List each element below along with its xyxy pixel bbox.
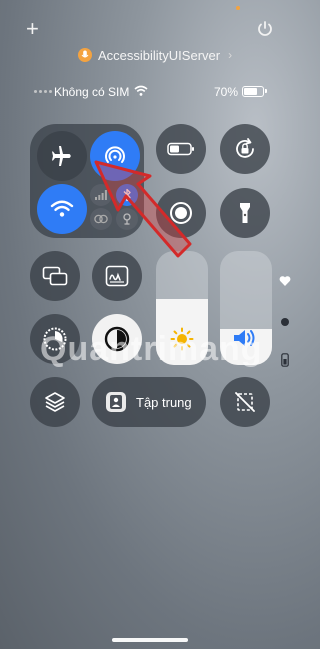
focus-person-icon bbox=[106, 392, 126, 412]
carrier-label: Không có SIM bbox=[54, 85, 130, 99]
status-bar: Không có SIM 70% bbox=[34, 84, 274, 102]
flashlight-icon bbox=[238, 201, 252, 225]
signal-dots-icon bbox=[34, 90, 52, 93]
wifi-icon bbox=[50, 199, 74, 219]
battery-icon bbox=[167, 142, 195, 156]
watermark-text: Quantrimang bbox=[40, 330, 263, 368]
wifi-toggle[interactable] bbox=[37, 184, 87, 234]
focus-button[interactable]: Tập trung bbox=[92, 377, 206, 427]
microphone-icon bbox=[78, 48, 92, 62]
privacy-indicator-dot bbox=[236, 6, 240, 10]
battery-percent-label: 70% bbox=[214, 85, 239, 99]
power-icon[interactable] bbox=[256, 20, 274, 38]
flashlight-button[interactable] bbox=[220, 188, 270, 238]
battery-nub bbox=[265, 89, 267, 93]
page-dot-indicator[interactable] bbox=[281, 318, 289, 326]
wifi-status-icon bbox=[134, 85, 148, 97]
airplane-icon bbox=[50, 144, 74, 168]
shortcuts-button[interactable] bbox=[30, 377, 80, 427]
signature-icon bbox=[105, 265, 129, 287]
focus-label: Tập trung bbox=[136, 394, 192, 410]
annotation-arrow-icon bbox=[86, 158, 196, 268]
screen-mirroring-icon bbox=[42, 266, 68, 286]
layers-icon bbox=[43, 390, 67, 414]
airplane-mode-toggle[interactable] bbox=[37, 131, 87, 181]
rotation-lock-toggle[interactable] bbox=[220, 124, 270, 174]
heart-icon[interactable] bbox=[279, 275, 291, 287]
rotation-lock-icon bbox=[232, 136, 258, 162]
server-name-label: AccessibilityUIServer bbox=[98, 47, 221, 63]
battery-icon bbox=[242, 86, 264, 97]
add-control-button[interactable]: + bbox=[26, 18, 39, 40]
home-indicator[interactable] bbox=[112, 638, 188, 642]
chevron-right-icon: › bbox=[228, 48, 233, 62]
notification-silence-button[interactable] bbox=[220, 377, 270, 427]
microphone-in-use-indicator[interactable]: AccessibilityUIServer › bbox=[78, 44, 232, 66]
screen-mirroring-button[interactable] bbox=[30, 251, 80, 301]
slashed-notifications-icon bbox=[233, 390, 257, 414]
connectivity-page-icon[interactable] bbox=[281, 353, 289, 367]
